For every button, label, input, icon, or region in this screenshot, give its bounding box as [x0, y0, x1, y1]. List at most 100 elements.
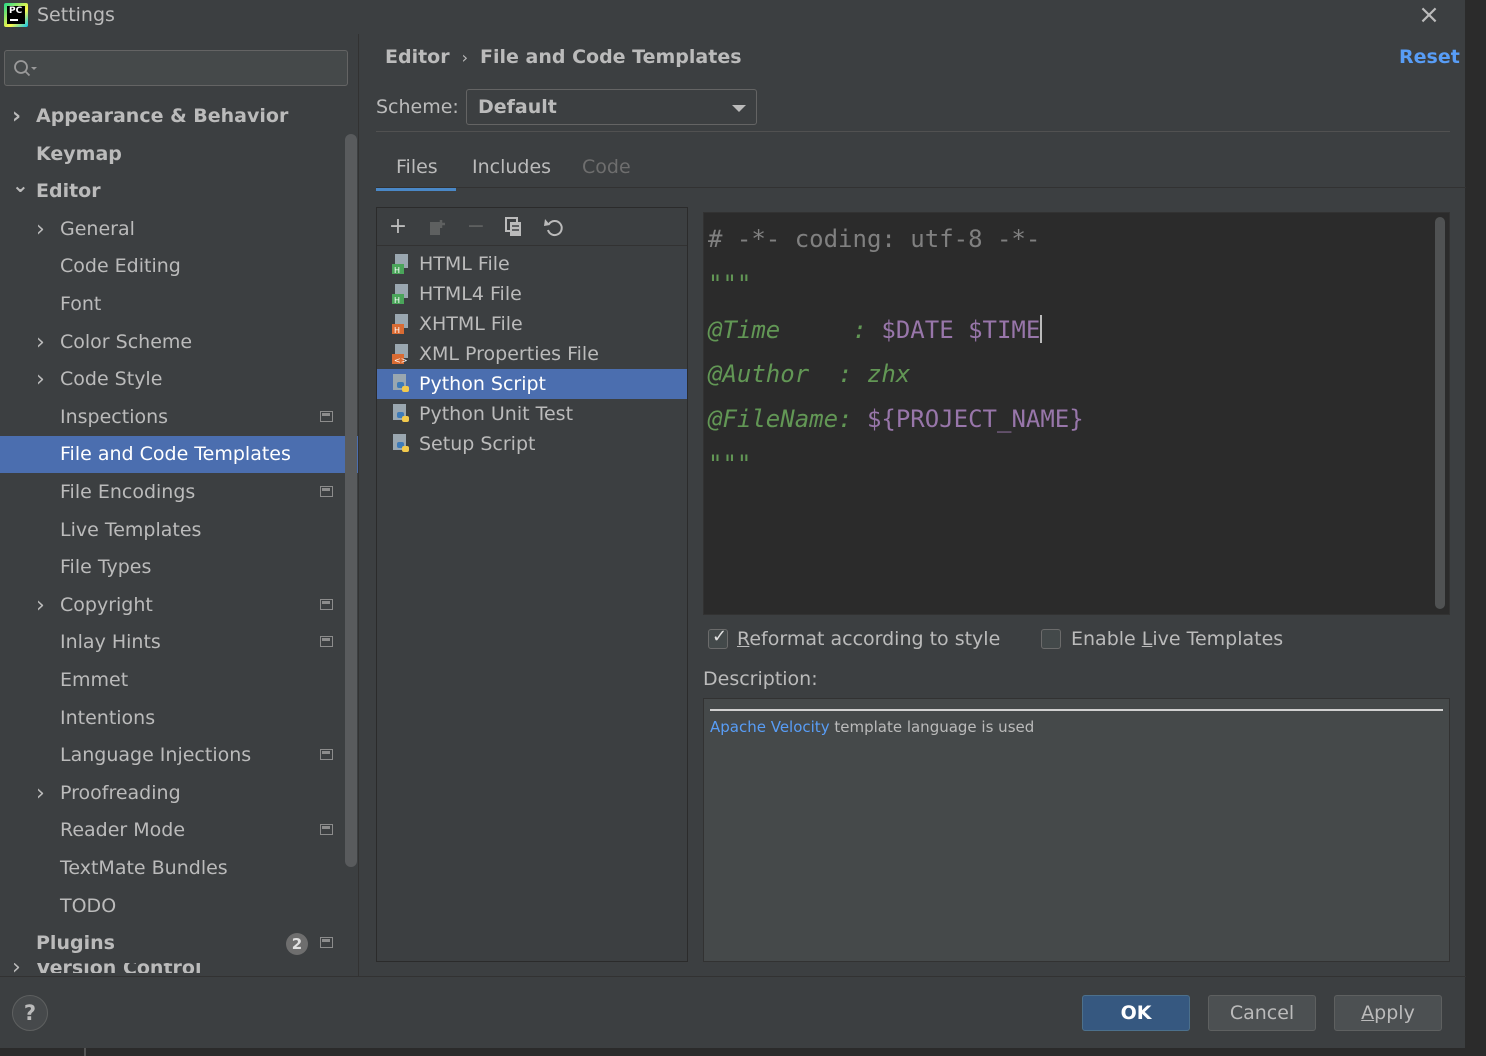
sidebar-item-label: Emmet: [60, 669, 129, 691]
chevron-right-icon[interactable]: ›: [12, 98, 26, 135]
help-button[interactable]: ?: [12, 995, 48, 1031]
sidebar-scrollbar[interactable]: [345, 134, 357, 867]
sidebar-item-label: Proofreading: [60, 781, 181, 804]
template-list-panel: + − H HTML File H HTML4 File H XHTML File <> XM…: [376, 207, 688, 962]
sidebar-item-label: Version Control: [36, 963, 201, 973]
chevron-down-icon[interactable]: ⌄: [12, 167, 29, 204]
template-list-item[interactable]: H XHTML File: [377, 309, 687, 339]
breadcrumb-parent[interactable]: Editor: [385, 46, 450, 68]
search-input[interactable]: [4, 50, 348, 86]
html-file-icon: H: [392, 254, 408, 275]
code-line: @Author : zhx: [708, 360, 911, 388]
template-list-item[interactable]: Python Script: [377, 369, 687, 399]
sidebar-item[interactable]: Language Injections: [0, 737, 358, 774]
title-bar: PC Settings ×: [0, 0, 1466, 32]
sidebar-item[interactable]: Intentions: [0, 700, 358, 737]
sidebar-item[interactable]: Emmet: [0, 662, 358, 699]
tab-files[interactable]: Files: [376, 156, 456, 191]
sidebar-item[interactable]: Keymap: [0, 136, 358, 173]
template-editor[interactable]: # -*- coding: utf-8 -*- """ @Time : $DAT…: [703, 212, 1450, 615]
sidebar-item[interactable]: TextMate Bundles: [0, 850, 358, 887]
background-strip: [1466, 0, 1486, 1056]
scheme-value: Default: [478, 96, 557, 118]
chevron-right-icon[interactable]: ›: [36, 361, 50, 398]
chevron-right-icon[interactable]: ›: [36, 211, 50, 248]
apache-velocity-link[interactable]: Apache Velocity: [710, 718, 830, 736]
sidebar-item[interactable]: › General: [0, 211, 358, 248]
sidebar-item[interactable]: › Code Style: [0, 361, 358, 398]
sidebar-item[interactable]: Inspections: [0, 399, 358, 436]
add-child-icon: [430, 220, 445, 235]
sidebar-item[interactable]: › Copyright: [0, 587, 358, 624]
xhtml-file-icon: H: [392, 314, 408, 335]
template-list-item[interactable]: <> XML Properties File: [377, 339, 687, 369]
reformat-checkbox[interactable]: ✓: [708, 626, 728, 649]
svg-text:H: H: [394, 266, 400, 275]
python-file-icon: [393, 404, 409, 422]
tab-code[interactable]: Code: [582, 156, 631, 178]
sidebar-item-label: Reader Mode: [60, 819, 186, 842]
add-template-button[interactable]: +: [385, 214, 411, 240]
template-list-item[interactable]: H HTML4 File: [377, 279, 687, 309]
editor-scrollbar[interactable]: [1435, 217, 1445, 609]
sidebar-item[interactable]: › Proofreading: [0, 775, 358, 812]
sidebar-item[interactable]: File Encodings: [0, 474, 358, 511]
check-icon: ✓: [712, 626, 728, 647]
add-child-template-button[interactable]: [425, 214, 451, 240]
sidebar: › Appearance & Behavior Keymap ⌄ Editor › Gene…: [0, 34, 358, 976]
apply-button[interactable]: Apply: [1334, 995, 1442, 1031]
close-icon[interactable]: ×: [1416, 2, 1442, 28]
chevron-right-icon[interactable]: ›: [36, 775, 50, 812]
code-line: """: [708, 450, 752, 478]
project-level-icon: [320, 937, 333, 949]
sidebar-item-label: File Encodings: [60, 481, 196, 503]
project-level-icon: [320, 824, 333, 836]
description-box: Apache Velocity template language is use…: [703, 698, 1450, 962]
sidebar-item[interactable]: Font: [0, 286, 358, 323]
template-list-item[interactable]: Python Unit Test: [377, 399, 687, 429]
sidebar-item[interactable]: Reader Mode: [0, 812, 358, 849]
sidebar-item[interactable]: ⌄ Editor: [0, 173, 358, 210]
chevron-right-icon[interactable]: ›: [36, 324, 50, 361]
html4-file-icon: H: [392, 284, 408, 305]
template-variable: ${PROJECT_NAME}: [866, 405, 1084, 433]
description-rule: [710, 709, 1443, 711]
sidebar-divider: [358, 34, 359, 976]
chevron-right-icon[interactable]: ›: [36, 587, 50, 624]
sidebar-item[interactable]: File Types: [0, 549, 358, 586]
python-file-icon: [393, 434, 409, 452]
sidebar-item-label: Color Scheme: [60, 330, 193, 353]
sidebar-item[interactable]: Inlay Hints: [0, 624, 358, 661]
ok-button[interactable]: OK: [1082, 995, 1190, 1031]
sidebar-item[interactable]: Live Templates: [0, 512, 358, 549]
copy-template-button[interactable]: [501, 214, 527, 240]
sidebar-item[interactable]: Plugins 2: [0, 925, 358, 962]
chevron-right-icon[interactable]: ›: [12, 963, 21, 973]
template-list-item[interactable]: Setup Script: [377, 429, 687, 459]
sidebar-item-partial[interactable]: Version Control ›: [0, 963, 344, 973]
sidebar-item-label: Inspections: [60, 405, 169, 428]
sidebar-item-label: Editor: [36, 180, 101, 203]
svg-text:H: H: [394, 296, 400, 305]
tab-includes[interactable]: Includes: [472, 156, 551, 178]
project-level-icon: [320, 749, 333, 761]
sidebar-item[interactable]: Code Editing: [0, 248, 358, 285]
sidebar-item[interactable]: TODO: [0, 888, 358, 925]
sidebar-item-label: Code Editing: [60, 255, 181, 278]
template-list-item[interactable]: H HTML File: [377, 249, 687, 279]
scheme-dropdown[interactable]: Default: [466, 89, 757, 125]
live-templates-checkbox[interactable]: [1041, 629, 1061, 649]
sidebar-item-label: Live Templates: [60, 518, 202, 541]
background-strip-bottom: [0, 1048, 1486, 1056]
reset-link[interactable]: Reset: [1399, 46, 1460, 68]
sidebar-item[interactable]: › Appearance & Behavior: [0, 98, 358, 135]
reset-template-button[interactable]: [541, 214, 567, 240]
pycharm-logo-icon: PC: [4, 3, 28, 27]
cancel-button[interactable]: Cancel: [1208, 995, 1316, 1031]
sidebar-item[interactable]: › Color Scheme: [0, 324, 358, 361]
copy-icon: [505, 217, 521, 236]
remove-template-button[interactable]: −: [463, 214, 489, 240]
sidebar-item[interactable]: File and Code Templates: [0, 436, 358, 474]
live-templates-label[interactable]: Enable Live Templates: [1071, 628, 1283, 650]
reformat-label[interactable]: Reformat according to style: [737, 628, 1000, 650]
